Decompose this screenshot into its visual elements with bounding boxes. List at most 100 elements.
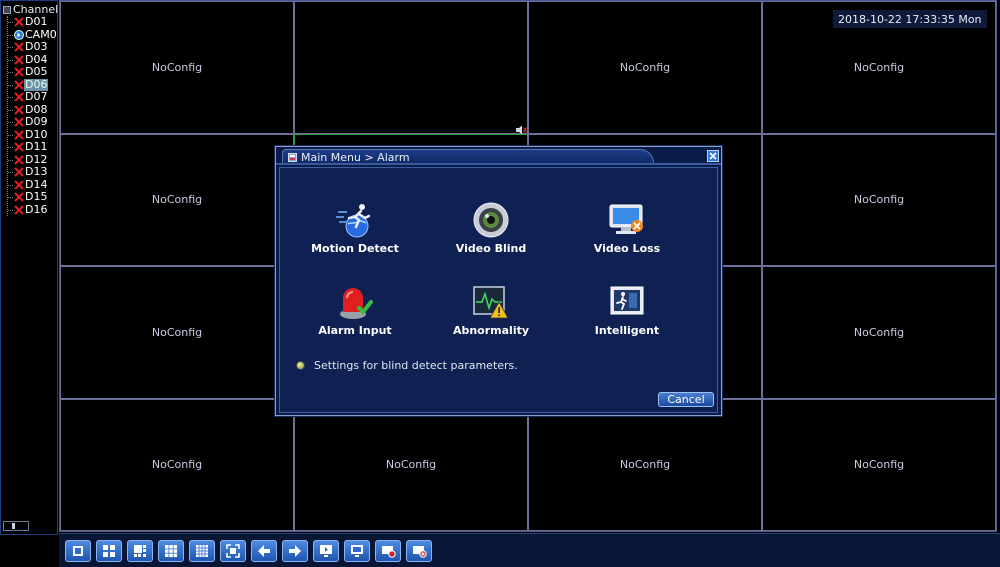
video-cell[interactable]: NoConfig	[60, 133, 294, 266]
disconnected-icon	[14, 205, 24, 215]
disconnected-icon	[14, 130, 24, 140]
video-cell[interactable]: NoConfig	[60, 266, 294, 399]
channel-item-d01[interactable]: D01	[8, 16, 60, 29]
sixteen-view-icon	[196, 544, 208, 557]
disconnected-icon	[14, 192, 24, 202]
channel-item-d09[interactable]: D09	[8, 116, 60, 129]
tour-icon	[351, 544, 363, 557]
datetime-display: 2018-10-22 17:33:35 Mon	[833, 10, 987, 28]
stop-record-button[interactable]	[406, 539, 432, 562]
single-view-button[interactable]	[65, 539, 91, 562]
next-button[interactable]	[282, 539, 308, 562]
abnormality-label: Abnormality	[452, 324, 530, 337]
video-cell[interactable]: NoConfig	[528, 398, 762, 531]
video-blind-icon	[473, 202, 509, 238]
channel-item-d16[interactable]: D16	[8, 203, 60, 217]
eight-view-button[interactable]	[127, 539, 153, 562]
motion-detect-label: Motion Detect	[311, 242, 399, 255]
channel-item-d15[interactable]: D15	[8, 191, 60, 204]
video-cell[interactable]: NoConfig	[60, 398, 294, 531]
channel-item-d06[interactable]: D06	[8, 77, 60, 92]
dialog-title: Main Menu > Alarm	[301, 150, 410, 164]
video-blind-option[interactable]: Video Blind	[426, 202, 556, 255]
channel-item-d11[interactable]: D11	[8, 141, 60, 154]
channel-item-d07[interactable]: D07	[8, 91, 60, 104]
panel-scrollbar[interactable]	[3, 521, 29, 531]
channel-item-d13[interactable]: D13	[8, 166, 60, 179]
video-cell[interactable]: NoConfig	[294, 398, 528, 531]
abnormality-icon	[473, 286, 509, 319]
channel-item-d12[interactable]: D12	[8, 152, 60, 167]
alarm-dialog: Main Menu > Alarm Motion Detect Video Bl…	[275, 146, 722, 416]
collapse-icon[interactable]	[3, 5, 11, 14]
stop-record-icon	[413, 545, 427, 558]
quad-view-button[interactable]	[96, 539, 122, 562]
bottom-toolbar	[59, 533, 1000, 567]
channel-label: D01	[25, 15, 48, 29]
title-divider	[276, 163, 721, 165]
channel-item-d08[interactable]: D08	[8, 102, 60, 117]
sixteen-view-button[interactable]	[189, 539, 215, 562]
tour-button[interactable]	[344, 539, 370, 562]
previous-icon	[258, 544, 270, 557]
channel-label: D09	[25, 115, 48, 129]
connected-icon	[14, 29, 24, 40]
motion-detect-option[interactable]: Motion Detect	[290, 202, 420, 255]
disconnected-icon	[14, 180, 24, 190]
playback-icon	[320, 544, 332, 557]
channel-item-d04[interactable]: D04	[8, 52, 60, 67]
channel-label: D03	[25, 40, 48, 54]
alarm-input-label: Alarm Input	[318, 324, 392, 337]
quad-view-icon	[103, 544, 115, 557]
playback-button[interactable]	[313, 539, 339, 562]
channel-label: D12	[25, 152, 48, 166]
eight-view-icon	[134, 544, 146, 557]
fullscreen-button[interactable]	[220, 539, 246, 562]
video-loss-icon	[609, 204, 643, 234]
channel-list: D01 CAM0 D03 D04 D05 D06 D07 D08 D09 D10 D11 D12 D13…	[7, 16, 60, 216]
intelligent-option[interactable]: Intelligent	[562, 284, 692, 337]
video-cell[interactable]: NoConfig	[528, 1, 762, 134]
alarm-input-icon	[340, 288, 373, 319]
dialog-titlebar: Main Menu > Alarm	[276, 147, 723, 165]
video-loss-option[interactable]: Video Loss	[562, 202, 692, 255]
channel-item-d03[interactable]: D03	[8, 41, 60, 54]
record-button[interactable]	[375, 539, 401, 562]
nine-view-icon	[165, 544, 178, 557]
video-cell[interactable]	[294, 1, 528, 134]
alarm-input-option[interactable]: Alarm Input	[290, 284, 420, 337]
disconnected-icon	[14, 55, 24, 65]
video-cell[interactable]: NoConfig	[762, 133, 996, 266]
disconnected-icon	[14, 142, 24, 152]
video-blind-label: Video Blind	[455, 242, 527, 255]
channel-label: CAM0	[25, 27, 57, 41]
disconnected-icon	[14, 92, 24, 102]
fullscreen-icon	[226, 543, 240, 558]
channel-label: D08	[25, 102, 48, 116]
abnormality-option[interactable]: Abnormality	[426, 284, 556, 337]
nine-view-button[interactable]	[158, 539, 184, 562]
channel-label: D06	[24, 77, 49, 91]
hint-text: Settings for blind detect parameters.	[314, 359, 518, 372]
hint-bulb-icon	[296, 361, 305, 370]
close-icon	[709, 152, 717, 160]
previous-button[interactable]	[251, 539, 277, 562]
record-icon	[382, 545, 396, 558]
motion-detect-icon	[336, 204, 371, 238]
video-cell[interactable]: NoConfig	[60, 1, 294, 134]
channel-item-d10[interactable]: D10	[8, 128, 60, 142]
video-loss-label: Video Loss	[593, 242, 661, 255]
disconnected-icon	[14, 105, 24, 115]
channel-item-d05[interactable]: D05	[8, 66, 60, 79]
video-cell[interactable]: NoConfig	[762, 266, 996, 399]
close-button[interactable]	[707, 150, 719, 162]
channel-header[interactable]: Channel	[3, 3, 58, 16]
video-cell[interactable]: NoConfig	[762, 398, 996, 531]
dialog-title-tab: Main Menu > Alarm	[282, 149, 654, 164]
channel-label: D04	[25, 52, 48, 66]
channel-item-d14[interactable]: D14	[8, 178, 60, 192]
cancel-button[interactable]: Cancel	[658, 392, 714, 407]
channel-header-label: Channel	[13, 2, 59, 16]
channel-item-cam0[interactable]: CAM0	[8, 27, 60, 42]
channel-label: D11	[25, 140, 48, 154]
